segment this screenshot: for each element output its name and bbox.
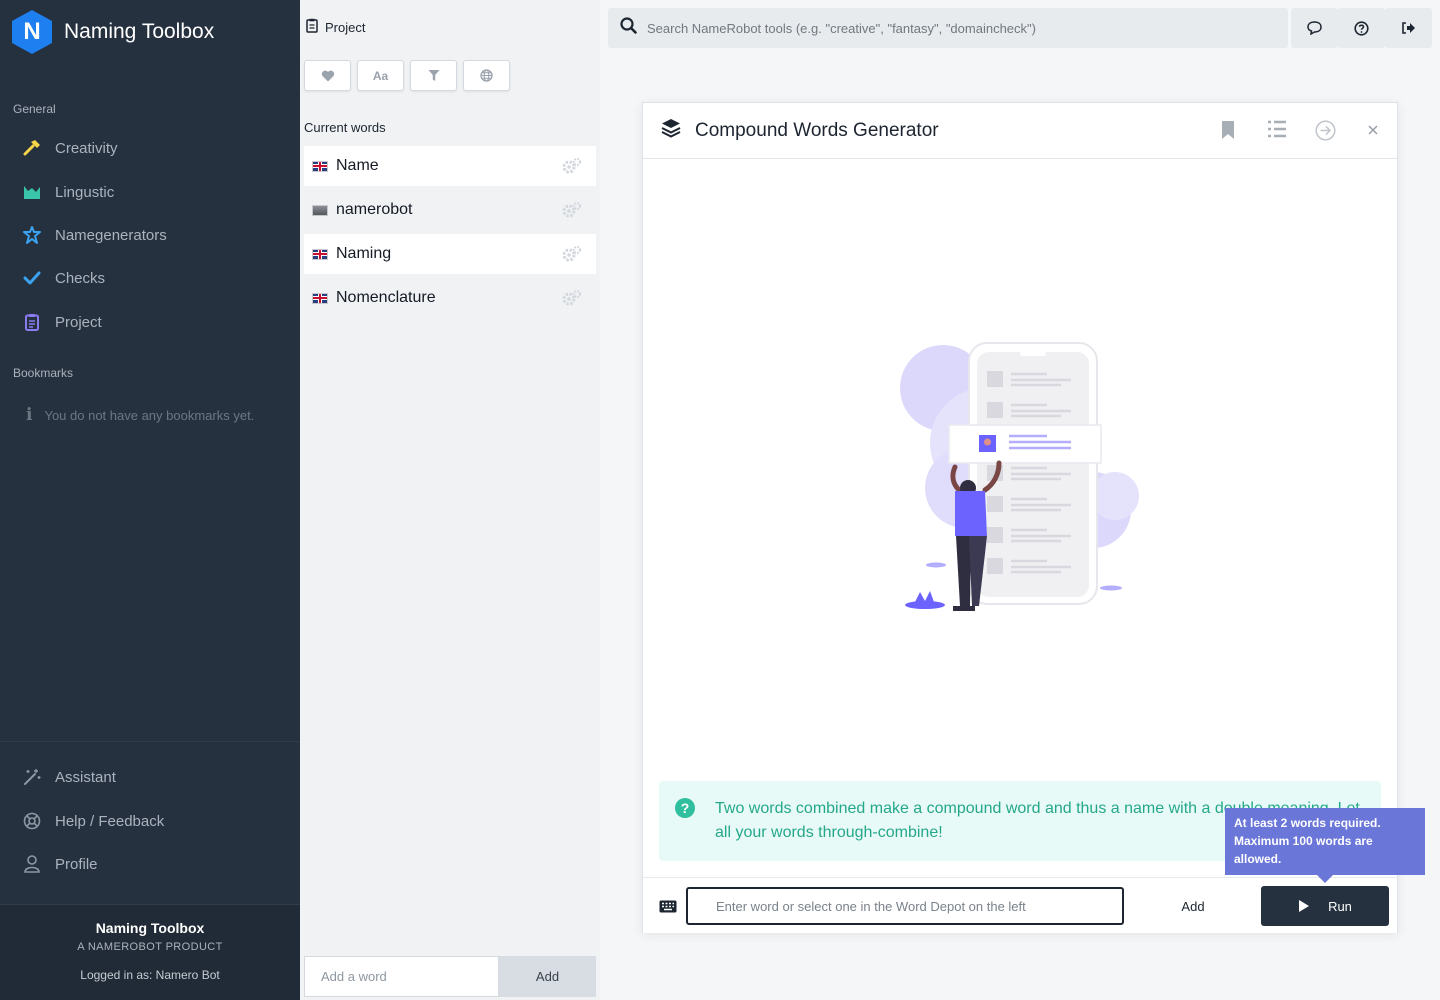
depot-toolbar: Aa [304, 60, 510, 91]
magic-wand-icon [22, 767, 42, 787]
filter-button[interactable] [410, 60, 457, 91]
uk-flag-icon [312, 160, 328, 172]
tooltip: At least 2 words required. Maximum 100 w… [1225, 808, 1425, 883]
people-illustration [900, 342, 1139, 611]
language-button[interactable] [463, 60, 510, 91]
gears-icon[interactable] [562, 289, 582, 312]
sidebar-divider [0, 741, 300, 742]
tool-panel-header: Compound Words Generator [643, 103, 1397, 159]
chat-button[interactable] [1291, 8, 1338, 48]
uk-flag-icon [312, 248, 328, 260]
search-input[interactable] [647, 20, 1288, 36]
nav-label: Namegenerators [55, 226, 167, 244]
star-badge-icon [22, 225, 42, 245]
bookmarks-empty-text: You do not have any bookmarks yet. [44, 407, 255, 423]
nav-label: Creativity [55, 139, 118, 157]
gears-icon[interactable] [562, 201, 582, 224]
search-icon [620, 17, 637, 39]
nav-label: Profile [55, 855, 98, 873]
nav-label: Help / Feedback [55, 812, 165, 830]
check-icon [22, 268, 42, 288]
section-bookmarks: Bookmarks [13, 366, 74, 380]
section-general: General [13, 102, 56, 116]
clipboard-icon [306, 18, 318, 36]
word-label: Naming [336, 245, 392, 262]
font-button[interactable]: Aa [357, 60, 404, 91]
nav-namegenerators[interactable]: Namegenerators [22, 225, 167, 245]
bookmark-icon[interactable] [1221, 120, 1235, 145]
layers-icon [661, 118, 681, 143]
nav-help-feedback[interactable]: Help / Feedback [22, 811, 164, 831]
nav-label: Project [55, 313, 102, 331]
question-icon: ? [675, 798, 695, 818]
neutral-flag-icon [312, 204, 328, 216]
close-icon[interactable] [1367, 123, 1379, 141]
list-item[interactable]: Naming [304, 234, 596, 274]
tool-title: Compound Words Generator [695, 119, 939, 141]
globe-icon [480, 69, 493, 82]
nav-label: Lingustic [55, 183, 115, 201]
gears-icon[interactable] [562, 157, 582, 180]
clipboard-icon [22, 312, 42, 332]
run-button[interactable]: Run [1261, 886, 1389, 926]
nav-lingustic[interactable]: Lingustic [22, 182, 114, 202]
app-logo[interactable]: N Naming Toolbox [12, 10, 214, 54]
list-icon[interactable] [1267, 120, 1287, 143]
play-icon [1299, 900, 1310, 912]
nav-label: Assistant [55, 768, 116, 786]
add-button[interactable]: Add [1143, 887, 1243, 925]
heart-icon [321, 70, 334, 81]
list-item[interactable]: Name [304, 146, 596, 186]
nav-project[interactable]: Project [22, 312, 102, 332]
chart-icon [22, 182, 42, 202]
gears-icon[interactable] [562, 245, 582, 268]
add-word-form: Add [304, 956, 596, 997]
sidebar: N Naming Toolbox General Creativity Ling… [0, 0, 300, 1000]
info-icon: i [26, 405, 33, 425]
list-item[interactable]: Nomenclature [304, 278, 596, 318]
logo-icon: N [12, 10, 52, 54]
nav-label: Checks [55, 269, 106, 287]
user-icon [22, 854, 42, 874]
footer-subtitle: A NAMEROBOT PRODUCT [77, 941, 223, 953]
tool-input-bar: Add Run [643, 877, 1397, 933]
search-bar [608, 8, 1288, 48]
add-word-button[interactable]: Add [499, 956, 596, 997]
chat-icon [1306, 21, 1322, 35]
favorites-button[interactable] [304, 60, 351, 91]
help-button[interactable] [1338, 8, 1385, 48]
sidebar-footer: Naming Toolbox A NAMEROBOT PRODUCT Logge… [0, 904, 300, 1000]
lifebuoy-icon [22, 811, 42, 831]
filter-icon [428, 70, 439, 81]
word-label: Name [336, 157, 379, 174]
current-words-title: Current words [304, 120, 386, 135]
word-label: Nomenclature [336, 289, 436, 306]
word-label: namerobot [336, 201, 413, 218]
nav-creativity[interactable]: Creativity [22, 138, 118, 158]
help-icon [1354, 20, 1369, 36]
footer-title: Naming Toolbox [95, 920, 205, 936]
arrow-right-circle-icon[interactable] [1315, 120, 1336, 146]
depot-title: Project [325, 19, 366, 35]
nav-checks[interactable]: Checks [22, 268, 105, 288]
run-label: Run [1328, 898, 1352, 914]
depot-header: Project [306, 18, 365, 36]
app-title: Naming Toolbox [64, 20, 215, 43]
add-word-input[interactable] [304, 956, 499, 997]
keyboard-icon[interactable] [659, 900, 677, 918]
hammer-icon [22, 138, 42, 158]
uk-flag-icon [312, 292, 328, 304]
word-input[interactable] [686, 887, 1124, 925]
word-list: Name namerobot Naming Nomenclature [304, 146, 596, 322]
font-icon: Aa [372, 68, 389, 83]
logged-in-user: Logged in as: Namero Bot [80, 968, 220, 982]
nav-assistant[interactable]: Assistant [22, 767, 116, 787]
bookmarks-empty: i You do not have any bookmarks yet. [26, 405, 254, 425]
list-item[interactable]: namerobot [304, 190, 596, 230]
nav-profile[interactable]: Profile [22, 854, 98, 874]
logout-icon [1402, 22, 1415, 34]
logout-button[interactable] [1385, 8, 1432, 48]
